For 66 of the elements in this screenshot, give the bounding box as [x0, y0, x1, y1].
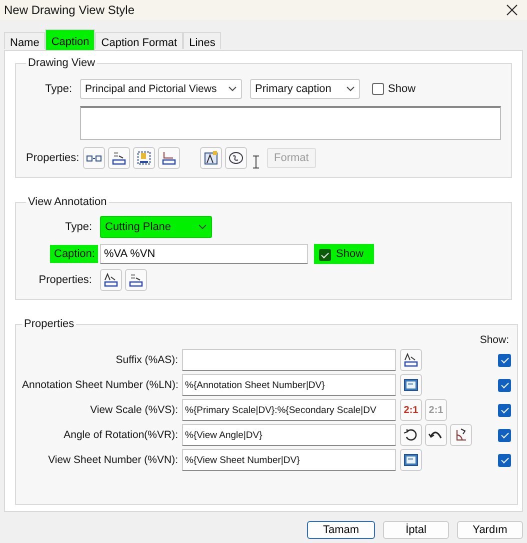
arc-arrow-button[interactable]: [425, 424, 447, 446]
screen-icon: [403, 452, 419, 468]
window-title: New Drawing View Style: [4, 3, 134, 17]
tab[interactable]: Lines: [183, 32, 222, 49]
field-label: Suffix (%AS):: [114, 354, 178, 366]
group-title: Drawing View: [27, 57, 96, 69]
show-checkbox[interactable]: [498, 454, 511, 466]
letter-icon: [103, 272, 119, 288]
field-label: View Scale (%VS):: [89, 404, 178, 416]
caption-field[interactable]: %VA %VN: [100, 244, 308, 264]
field-label: Type:: [44, 83, 72, 95]
picture-icon: [203, 150, 219, 166]
field-picker-button[interactable]: [400, 449, 422, 471]
show-checkbox[interactable]: [372, 83, 384, 95]
show-checkbox[interactable]: [498, 354, 511, 366]
checkbox-label: Show: [388, 83, 416, 95]
text-field[interactable]: %{View Sheet Number|DV}: [182, 449, 396, 471]
checkbox-label: Show: [314, 244, 374, 264]
text-field[interactable]: [182, 349, 396, 371]
show-checkbox[interactable]: [498, 404, 511, 416]
rotate-icon: [403, 427, 419, 443]
show-checkbox[interactable]: [319, 249, 331, 261]
tab[interactable]: Caption: [45, 29, 96, 50]
field-label: Angle of Rotation(%VR):: [62, 429, 178, 441]
chevron-icon: [346, 86, 355, 92]
group-title: View Annotation: [27, 196, 108, 208]
frame-icon: [136, 150, 152, 166]
field-picker-button[interactable]: [400, 374, 422, 396]
symbol-button[interactable]: [225, 147, 247, 169]
dialog-button[interactable]: Yardım: [457, 521, 523, 539]
tab[interactable]: Name: [4, 32, 46, 49]
field-label: Caption:: [50, 245, 98, 263]
dialog-button[interactable]: İptal: [383, 521, 449, 539]
type-dropdown[interactable]: Principal and Pictorial Views: [80, 79, 242, 99]
letter-icon: [403, 352, 419, 368]
angle-button[interactable]: [450, 424, 472, 446]
field-label: Properties:: [38, 274, 92, 286]
chevron-icon: [198, 224, 207, 230]
caption-dropdown[interactable]: Primary caption: [250, 79, 360, 99]
show-checkbox[interactable]: [498, 428, 511, 442]
field-label: Type:: [64, 221, 92, 233]
text-style-button[interactable]: [400, 349, 422, 371]
group-title: Properties: [23, 318, 76, 330]
picture-button[interactable]: [200, 147, 222, 169]
chevron-icon: [228, 86, 237, 92]
text-style-button[interactable]: [100, 269, 122, 291]
screen-icon: [403, 377, 419, 393]
corner-button[interactable]: [158, 147, 180, 169]
corner-icon: [161, 150, 177, 166]
tab[interactable]: Caption Format: [95, 32, 184, 49]
dialog-button[interactable]: Tamam: [307, 521, 375, 539]
field-label: Properties:: [26, 152, 76, 164]
text-cursor-icon: [252, 155, 260, 169]
show-checkbox[interactable]: [498, 378, 511, 392]
rotate-button[interactable]: [400, 424, 422, 446]
text-field[interactable]: %{View Angle|DV}: [182, 424, 396, 446]
field-label: Annotation Sheet Number (%LN):: [22, 379, 178, 391]
caption-text-area[interactable]: [80, 106, 501, 140]
column-header: Show:: [478, 334, 510, 346]
close-icon[interactable]: [505, 3, 519, 17]
frame-button[interactable]: [133, 147, 155, 169]
field-label: View Sheet Number (%VN):: [47, 454, 178, 466]
scale-button[interactable]: 2:1: [400, 399, 422, 421]
type-dropdown[interactable]: Cutting Plane: [100, 216, 212, 238]
text-field[interactable]: %{Primary Scale|DV}:%{Secondary Scale|DV: [182, 399, 396, 421]
text-field[interactable]: %{Annotation Sheet Number|DV}: [182, 374, 396, 396]
